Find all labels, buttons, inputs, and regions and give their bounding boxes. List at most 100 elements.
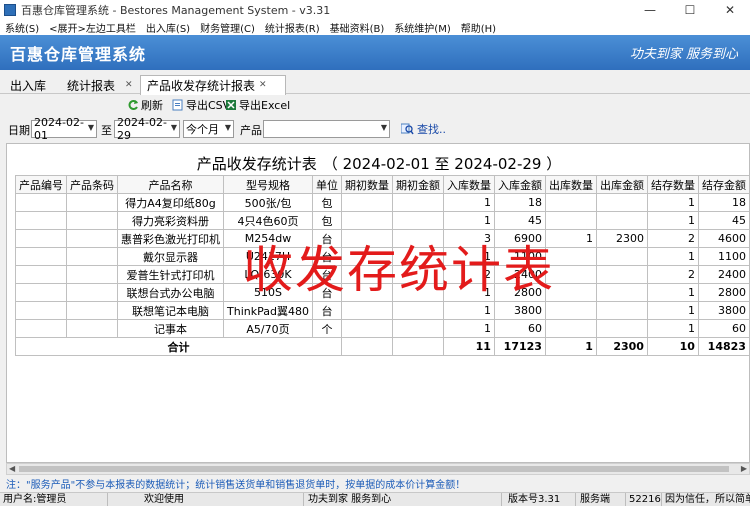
table-cell xyxy=(66,319,118,338)
table-row[interactable]: 记事本 A5/70页个 1 60 1 60 xyxy=(15,319,749,338)
minimize-button[interactable]: — xyxy=(630,0,670,19)
table-cell xyxy=(340,211,393,230)
column-header[interactable]: 入库金额 xyxy=(493,175,546,194)
column-header[interactable]: 期初数量 xyxy=(340,175,393,194)
refresh-button[interactable]: 刷新 xyxy=(127,97,163,113)
table-cell: 3800 xyxy=(493,301,546,320)
total-row: 合计 11 17123 1 2300 10 14823 xyxy=(15,337,749,356)
report-panel: 产品收发存统计表（ 2024-02-01 至 2024-02-29 ） 产品编号… xyxy=(6,143,750,463)
status-bar: 用户名:管理员 欢迎使用 功夫到家 服务到心 版本号3.31 服务端 52216… xyxy=(0,492,750,506)
scroll-right-icon[interactable]: ▶ xyxy=(741,464,747,473)
report-date-range: （ 2024-02-01 至 2024-02-29 ） xyxy=(322,155,562,173)
tab-close-icon[interactable]: ✕ xyxy=(125,80,133,90)
table-row[interactable]: 联想笔记本电脑 ThinkPad翼480 台 1 3800 1 3800 xyxy=(15,301,749,320)
menu-basic-data[interactable]: 基础资料(B) xyxy=(325,20,390,35)
scroll-left-icon[interactable]: ◀ xyxy=(9,464,15,473)
status-version: 版本号3.31 xyxy=(502,493,576,506)
table-cell xyxy=(544,211,597,230)
table-cell xyxy=(595,265,648,284)
watermark-text: 收发存统计表 xyxy=(243,241,555,299)
table-cell xyxy=(15,283,67,302)
menu-maintenance[interactable]: 系统维护(M) xyxy=(389,20,455,35)
scrollbar-thumb[interactable] xyxy=(19,466,729,472)
report-toolbar: 刷新 导出CSV 导出Excel xyxy=(0,95,750,115)
column-header[interactable]: 出库数量 xyxy=(544,175,597,194)
column-header[interactable]: 结存金额 xyxy=(697,175,749,194)
tab-bar: 出入库 统计报表 ✕ 产品收发存统计报表 ✕ xyxy=(0,72,750,95)
table-cell: 4只4色60页 xyxy=(223,211,313,230)
column-header[interactable]: 期初金额 xyxy=(391,175,444,194)
tab-label: 统计报表 xyxy=(67,78,116,93)
total-cell: 合计 xyxy=(15,337,342,356)
export-csv-button[interactable]: 导出CSV xyxy=(172,97,230,113)
table-cell: 2300 xyxy=(595,229,648,248)
table-cell xyxy=(66,265,118,284)
table-cell xyxy=(66,247,118,266)
menu-stock-in-out[interactable]: 出入库(S) xyxy=(141,20,195,35)
app-banner: 百惠仓库管理系统 功夫到家 服务到心 xyxy=(0,35,750,70)
total-cell: 17123 xyxy=(493,337,546,356)
search-icon xyxy=(401,123,414,135)
chevron-down-icon: ▼ xyxy=(87,123,94,132)
period-select[interactable]: 今个月 ▼ xyxy=(183,120,234,138)
menu-finance[interactable]: 财务管理(C) xyxy=(195,20,260,35)
product-select[interactable]: ▼ xyxy=(263,120,390,138)
chevron-down-icon: ▼ xyxy=(170,123,177,132)
table-cell: 个 xyxy=(311,319,342,338)
menu-system[interactable]: 系统(S) xyxy=(0,20,44,35)
end-date-picker[interactable]: 2024-02-29 ▼ xyxy=(114,116,180,142)
menu-bar: 系统(S) <展开>左边工具栏 出入库(S) 财务管理(C) 统计报表(R) 基… xyxy=(0,19,750,35)
table-cell xyxy=(66,211,118,230)
menu-reports[interactable]: 统计报表(R) xyxy=(260,20,325,35)
search-button[interactable]: 查找.. xyxy=(401,121,446,137)
table-cell: 1 xyxy=(442,193,495,212)
excel-file-icon xyxy=(226,100,236,110)
status-port: 52216 xyxy=(626,493,662,506)
status-message: 因为信任，所以简单 xyxy=(665,494,750,505)
table-cell xyxy=(66,229,118,248)
table-cell xyxy=(595,247,648,266)
menu-expand-toolbar[interactable]: <展开>左边工具栏 xyxy=(44,20,141,35)
refresh-icon xyxy=(128,100,138,110)
footnote: 注："服务产品"不参与本报表的数据统计；统计销售送货单和销售退货单时，按单据的成… xyxy=(6,480,466,491)
filter-bar: 日期 2024-02-01 ▼ 至 2024-02-29 ▼ 今个月 ▼ 产品 … xyxy=(0,116,750,142)
column-header[interactable]: 出库金额 xyxy=(595,175,648,194)
tab-label: 产品收发存统计报表 xyxy=(147,79,256,93)
product-label: 产品 xyxy=(240,124,262,137)
column-header[interactable]: 产品编号 xyxy=(15,175,67,194)
column-header[interactable]: 产品名称 xyxy=(117,175,224,194)
table-cell xyxy=(391,301,444,320)
table-cell xyxy=(391,319,444,338)
table-cell: 联想笔记本电脑 xyxy=(117,301,224,320)
start-date-picker[interactable]: 2024-02-01 ▼ xyxy=(31,116,97,142)
tab-reports[interactable]: 统计报表 xyxy=(67,76,115,94)
export-excel-button[interactable]: 导出Excel xyxy=(225,97,290,113)
table-cell: 1 xyxy=(646,283,699,302)
horizontal-scrollbar[interactable]: ◀ ▶ xyxy=(6,463,750,475)
maximize-button[interactable]: ☐ xyxy=(670,0,710,19)
app-icon xyxy=(4,3,16,16)
column-header[interactable]: 结存数量 xyxy=(646,175,699,194)
menu-help[interactable]: 帮助(H) xyxy=(456,20,501,35)
tab-stock-in-out[interactable]: 出入库 xyxy=(10,76,46,94)
column-header[interactable]: 单位 xyxy=(311,175,342,194)
table-cell xyxy=(595,301,648,320)
table-cell: 3800 xyxy=(697,301,749,320)
table-row[interactable]: 得力亮彩资料册 4只4色60页包 1 45 1 45 xyxy=(15,211,749,230)
table-cell xyxy=(15,319,67,338)
chevron-down-icon: ▼ xyxy=(380,123,387,132)
table-cell xyxy=(340,193,393,212)
table-header-row: 产品编号 产品条码 产品名称 型号规格 单位 期初数量 期初金额 入库数量 入库… xyxy=(15,175,749,194)
tab-close-icon[interactable]: ✕ xyxy=(259,80,267,90)
table-row[interactable]: 得力A4复印纸80g 500张/包包 1 18 1 18 xyxy=(15,193,749,212)
table-cell: 记事本 xyxy=(117,319,224,338)
column-header[interactable]: 入库数量 xyxy=(442,175,495,194)
table-cell: 1 xyxy=(442,211,495,230)
table-cell: 45 xyxy=(493,211,546,230)
column-header[interactable]: 型号规格 xyxy=(223,175,313,194)
banner-slogan: 功夫到家 服务到心 xyxy=(629,47,738,62)
table-cell: 台 xyxy=(311,301,342,320)
close-button[interactable]: ✕ xyxy=(710,0,750,19)
table-cell xyxy=(15,193,67,212)
column-header[interactable]: 产品条码 xyxy=(66,175,118,194)
